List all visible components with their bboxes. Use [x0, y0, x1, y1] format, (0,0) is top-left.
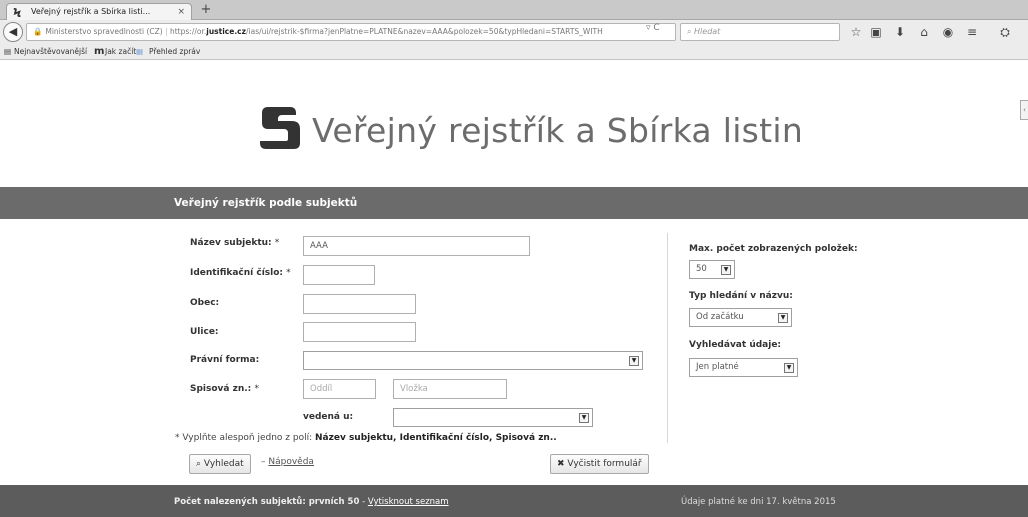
new-tab-button[interactable]: + [198, 2, 214, 18]
reload-icon[interactable]: ▿ C [646, 23, 660, 33]
url-bar[interactable]: 🔒 Ministerstvo spravedlnosti (CZ) | https… [26, 23, 676, 41]
tab-close-icon[interactable]: × [177, 4, 185, 20]
search-type-label: Typ hledání v názvu: [689, 291, 793, 301]
nazev-input[interactable]: AAA [303, 236, 530, 256]
chevron-down-icon: ▼ [721, 265, 731, 275]
vedena-label: vedená u: [303, 412, 354, 422]
url-before-domain: https://or. [169, 27, 207, 36]
home-icon[interactable]: ⌂ [916, 24, 932, 40]
spisova-label: Spisová zn.: * [190, 384, 259, 394]
ulice-input[interactable] [303, 322, 416, 342]
chevron-down-icon: ▼ [784, 363, 794, 373]
logo-mark-icon [260, 107, 300, 149]
url-site-identity: Ministerstvo spravedlnosti (CZ) [45, 27, 163, 36]
help-link[interactable]: – Nápověda [261, 457, 314, 467]
data-scope-select[interactable]: Jen platné ▼ [689, 358, 798, 377]
ico-label: Identifikační číslo: * [190, 268, 291, 278]
vlozka-input[interactable]: Vložka [393, 379, 507, 399]
bookmark-folder-icon: ▤ [4, 47, 12, 56]
nazev-label: Název subjektu: * [190, 238, 280, 248]
bookmark-item-getting-started[interactable]: Jak začít [105, 44, 136, 59]
chevron-down-icon: ▼ [579, 413, 589, 423]
bookmark-m-icon: m [94, 46, 105, 57]
clear-icon: ✖ [557, 459, 565, 469]
search-icon: ⌕ [687, 27, 692, 36]
bookmarks-toolbar: ▤ Nejnavštěvovanější m Jak začít ▦ Přehl… [0, 44, 1028, 60]
obec-input[interactable] [303, 294, 416, 314]
search-button[interactable]: ⌕ Vyhledat [189, 454, 251, 474]
ico-input[interactable] [303, 265, 375, 285]
required-hint: * Vyplňte alespoň jedno z polí: Název su… [175, 433, 557, 443]
url-domain: justice.cz [206, 27, 246, 36]
obec-label: Obec: [190, 298, 220, 308]
max-items-label: Max. počet zobrazených položek: [689, 244, 858, 254]
bookmark-item-most-visited[interactable]: Nejnavštěvovanější [14, 44, 87, 59]
data-scope-label: Vyhledávat údaje: [689, 340, 782, 350]
chevron-down-icon: ▼ [778, 313, 788, 323]
pravni-forma-select[interactable]: ▼ [303, 351, 643, 370]
bookmark-list-icon[interactable]: ▣ [868, 24, 884, 40]
site-favicon-icon: Ϟ [13, 6, 22, 20]
star-icon[interactable]: ☆ [848, 24, 864, 40]
site-logo[interactable]: Veřejný rejstřík a Sbírka listin [256, 101, 803, 161]
clear-form-button[interactable]: ✖ Vyčistit formulář [550, 454, 649, 474]
pocket-icon[interactable]: ◉ [940, 24, 956, 40]
search-bar[interactable]: ⌕ Hledat [680, 23, 840, 41]
search-type-select[interactable]: Od začátku ▼ [689, 308, 792, 327]
column-divider [667, 233, 668, 443]
page-title: Veřejný rejstřík a Sbírka listin [312, 111, 804, 150]
tab-strip: Ϟ Veřejný rejstřík a Sbírka listi... × + [0, 0, 1028, 21]
browser-tab[interactable]: Ϟ Veřejný rejstřík a Sbírka listi... × [6, 3, 192, 21]
section-header: Veřejný rejstřík podle subjektů [0, 187, 1028, 219]
download-icon[interactable]: ⬇ [892, 24, 908, 40]
vedena-select[interactable]: ▼ [393, 408, 593, 427]
menu-icon[interactable]: ≡ [964, 24, 980, 40]
bookmark-item-news[interactable]: Přehled zpráv [149, 44, 200, 59]
side-panel-handle[interactable]: ‹ [1020, 100, 1028, 120]
max-items-select[interactable]: 50 ▼ [689, 260, 735, 279]
data-validity-date: Údaje platné ke dni 17. května 2015 [681, 497, 836, 507]
extension-icon[interactable]: ⛭ [990, 24, 1020, 40]
rss-icon: ▦ [136, 47, 144, 56]
search-placeholder: Hledat [694, 27, 721, 36]
url-path: /ias/ui/rejstrik-$firma?jenPlatne=PLATNE… [245, 27, 603, 36]
results-footer: Počet nalezených subjektů: prvních 50 - … [0, 485, 1028, 517]
pravni-forma-label: Právní forma: [190, 355, 260, 365]
oddil-input[interactable]: Oddíl [303, 379, 376, 399]
chevron-down-icon: ▼ [629, 356, 639, 366]
results-count: Počet nalezených subjektů: prvních 50 - … [174, 497, 449, 507]
lock-icon: 🔒 [33, 27, 43, 36]
section-title: Veřejný rejstřík podle subjektů [174, 197, 358, 209]
back-icon[interactable]: ◀ [3, 22, 23, 42]
navigation-bar: ◀ 🔒 Ministerstvo spravedlnosti (CZ) | htt… [0, 20, 1028, 44]
tab-title: Veřejný rejstřík a Sbírka listi... [31, 7, 151, 16]
print-list-link[interactable]: Vytisknout seznam [368, 497, 449, 507]
magnifier-icon: ⌕ [196, 459, 202, 469]
ulice-label: Ulice: [190, 327, 219, 337]
